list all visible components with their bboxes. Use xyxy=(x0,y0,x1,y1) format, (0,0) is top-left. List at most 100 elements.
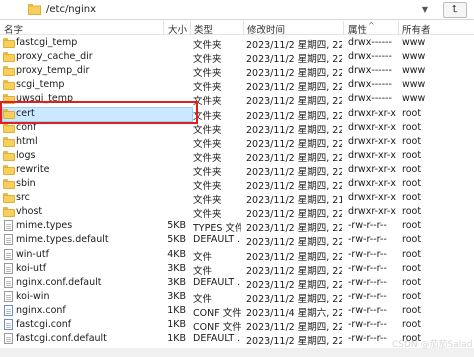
file-modified: 2023/11/2 星期四, 22:... xyxy=(246,124,342,136)
file-permissions: -rw-r--r-- xyxy=(348,319,387,330)
file-size: 1KB xyxy=(167,304,186,316)
file-owner: root xyxy=(402,135,422,147)
file-owner: www xyxy=(402,93,426,105)
file-name: koi-utf xyxy=(16,262,47,274)
folder-icon xyxy=(3,193,15,204)
file-permissions: drwxr-xr-x xyxy=(348,163,397,175)
file-row[interactable]: sbin 文件夹 2023/11/2 星期四, 22:... drwxr-xr-x ro… xyxy=(0,177,474,192)
file-name: mime.types.default xyxy=(16,234,109,246)
file-modified: 2023/11/4 星期六, 22:... xyxy=(246,307,342,319)
file-modified: 2023/11/2 星期四, 22:... xyxy=(246,223,342,235)
file-row[interactable]: scgi_temp 文件夹 2023/11/2 星期四, 22:... drwx---… xyxy=(0,78,474,94)
file-modified: 2023/11/2 星期四, 22:... xyxy=(246,336,342,348)
file-type: 文件夹 xyxy=(193,82,222,94)
file-modified: 2023/11/2 星期四, 22:... xyxy=(246,209,342,221)
file-row[interactable]: proxy_temp_dir 文件夹 2023/11/2 星期四, 22:... dr… xyxy=(0,64,474,80)
header-type[interactable]: 类型 xyxy=(194,22,213,36)
file-owner: root xyxy=(402,149,422,161)
header-name[interactable]: 名字 xyxy=(4,22,23,36)
up-folder-icon: ⮤ xyxy=(452,4,458,15)
config-file-icon xyxy=(4,304,13,316)
file-row[interactable]: koi-win 3KB 文件 2023/11/2 星期四, 22:... -rw-r--… xyxy=(0,290,474,305)
header-attributes[interactable]: 属性 xyxy=(348,22,367,36)
header-owner[interactable]: 所有者 xyxy=(402,22,431,36)
file-modified: 2023/11/2 星期四, 22:... xyxy=(246,181,342,192)
up-folder-button[interactable]: ⮤ xyxy=(443,2,467,18)
annotation-highlight xyxy=(0,101,198,124)
file-type: 文件夹 xyxy=(193,40,222,51)
column-divider[interactable] xyxy=(398,21,399,35)
file-type: 文件 xyxy=(193,293,213,305)
file-row[interactable]: proxy_cache_dir 文件夹 2023/11/2 星期四, 22:... d… xyxy=(0,50,474,65)
file-permissions: drwx------ xyxy=(348,93,392,105)
file-permissions: -rw-r--r-- xyxy=(348,262,387,274)
file-owner: www xyxy=(402,37,426,48)
file-row[interactable]: fastcgi.conf 1KB CONF 文件 2023/11/2 星期四, 22:… xyxy=(0,318,474,333)
file-row[interactable]: win-utf 4KB 文件 2023/11/2 星期四, 22:... -rw-r--… xyxy=(0,248,474,263)
file-modified: 2023/11/2 星期四, 21:... xyxy=(246,195,342,207)
file-name: win-utf xyxy=(16,248,49,260)
file-row[interactable]: nginx.conf 1KB CONF 文件 2023/11/4 星期六, 22:..… xyxy=(0,304,474,319)
folder-icon xyxy=(3,164,15,175)
file-type: DEFAULT ... xyxy=(193,333,241,345)
file-type: 文件夹 xyxy=(193,68,222,80)
file-type: 文件夹 xyxy=(193,209,222,221)
file-size: 5KB xyxy=(167,234,186,246)
file-owner: www xyxy=(402,51,426,63)
file-size: 4KB xyxy=(167,248,186,260)
file-owner: root xyxy=(402,290,422,302)
file-row[interactable]: html 文件夹 2023/11/2 星期四, 22:... drwxr-xr-x ro… xyxy=(0,135,474,150)
file-permissions: drwxr-xr-x xyxy=(348,206,397,218)
file-row[interactable]: mime.types 5KB TYPES 文件 2023/11/2 星期四, 22:.… xyxy=(0,219,474,235)
file-row[interactable]: logs 文件夹 2023/11/2 星期四, 22:... drwxr-xr-x ro… xyxy=(0,149,474,164)
file-name: scgi_temp xyxy=(16,79,65,91)
folder-icon xyxy=(3,150,15,161)
file-name: nginx.conf.default xyxy=(16,276,102,288)
file-name: fastcgi_temp xyxy=(16,37,78,48)
folder-icon xyxy=(3,52,15,63)
file-name: vhost xyxy=(16,206,43,218)
folder-icon xyxy=(28,4,41,15)
file-permissions: drwxr-xr-x xyxy=(348,121,397,133)
file-owner: root xyxy=(402,192,422,204)
file-name: fastcgi.conf.default xyxy=(16,333,107,345)
file-permissions: -rw-r--r-- xyxy=(348,234,387,246)
column-divider[interactable] xyxy=(190,21,191,35)
file-row[interactable]: koi-utf 3KB 文件 2023/11/2 星期四, 22:... -rw-r--… xyxy=(0,262,474,277)
file-icon xyxy=(4,248,13,260)
file-type: 文件 xyxy=(193,265,213,277)
file-name: mime.types xyxy=(16,220,73,232)
file-size: 1KB xyxy=(167,333,186,345)
header-modified[interactable]: 修改时间 xyxy=(247,22,285,36)
file-permissions: -rw-r--r-- xyxy=(348,304,387,316)
folder-icon xyxy=(3,66,15,77)
file-name: fastcgi.conf xyxy=(16,319,72,330)
folder-icon xyxy=(3,38,15,48)
file-modified: 2023/11/2 星期四, 22:... xyxy=(246,82,342,94)
file-row[interactable]: fastcgi_temp 文件夹 2023/11/2 星期四, 22:... drwx… xyxy=(0,36,474,51)
chevron-down-icon[interactable]: ▼ xyxy=(418,3,432,17)
file-row[interactable]: vhost 文件夹 2023/11/2 星期四, 22:... drwxr-xr-x r… xyxy=(0,205,474,221)
file-modified: 2023/11/2 星期四, 22:... xyxy=(246,279,342,291)
file-row[interactable]: rewrite 文件夹 2023/11/2 星期四, 22:... drwxr-xr-… xyxy=(0,163,474,178)
folder-icon xyxy=(3,122,15,133)
file-icon xyxy=(4,276,13,288)
file-row[interactable]: mime.types.default 5KB DEFAULT ... 2023/11/… xyxy=(0,233,474,248)
header-size[interactable]: 大小 xyxy=(168,22,187,36)
path-input[interactable]: /etc/nginx xyxy=(46,4,96,15)
config-file-icon xyxy=(4,319,13,330)
file-permissions: drwx------ xyxy=(348,37,392,48)
file-type: 文件夹 xyxy=(193,110,222,122)
file-type: 文件夹 xyxy=(193,195,222,207)
file-row[interactable]: src 文件夹 2023/11/2 星期四, 21:... drwxr-xr-x roo… xyxy=(0,191,474,207)
file-icon xyxy=(4,234,13,246)
file-type: TYPES 文件 xyxy=(193,223,241,235)
file-row[interactable]: nginx.conf.default 3KB DEFAULT ... 2023/11/… xyxy=(0,276,474,291)
file-modified: 2023/11/2 星期四, 22:... xyxy=(246,40,342,51)
column-divider[interactable] xyxy=(343,21,344,35)
file-owner: root xyxy=(402,220,422,232)
file-icon xyxy=(4,220,13,232)
column-divider[interactable] xyxy=(243,21,244,35)
file-owner: root xyxy=(402,276,422,288)
column-divider[interactable] xyxy=(163,21,164,35)
